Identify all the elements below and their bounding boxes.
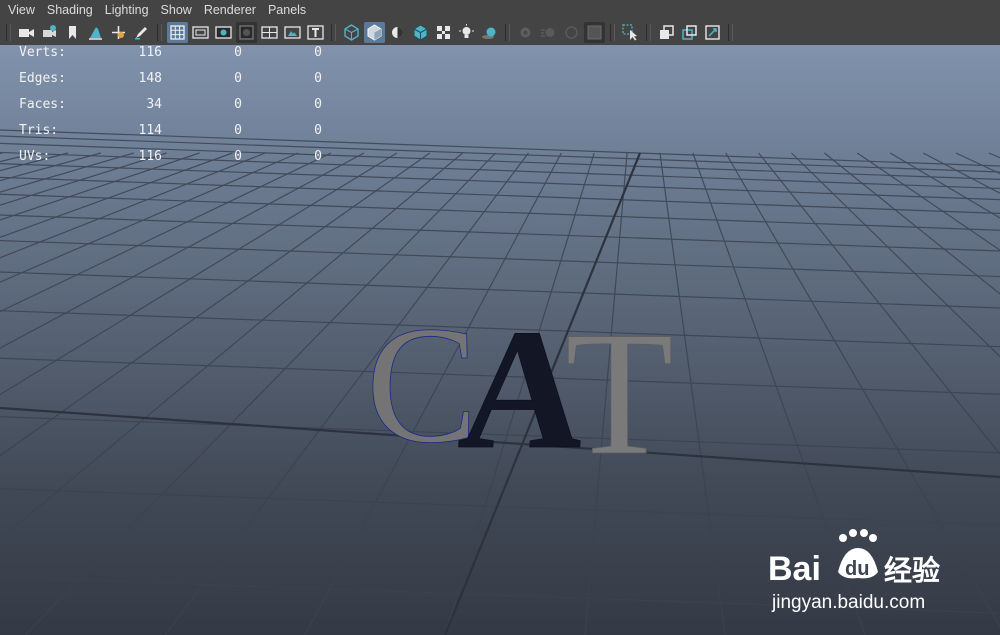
baidu-jingyan-watermark: Bai du 经验 jingyan.baidu.com (768, 529, 940, 613)
menu-shading[interactable]: Shading (43, 3, 97, 17)
xray-active-components-icon[interactable] (679, 22, 700, 43)
hud-value-component: 0 (314, 97, 322, 112)
grid-icon[interactable] (167, 22, 188, 43)
depth-of-field-icon[interactable] (584, 22, 605, 43)
resolution-gate-icon[interactable] (213, 22, 234, 43)
camera-attributes-icon[interactable] (39, 22, 60, 43)
wireframe-icon[interactable] (341, 22, 362, 43)
menu-view[interactable]: View (4, 3, 39, 17)
hud-row-verts: Verts: 116 0 0 (0, 45, 340, 65)
hud-value-object: 116 (138, 45, 162, 60)
hud-value-object: 116 (138, 149, 162, 164)
toolbar-divider (646, 24, 651, 41)
hud-value-object: 114 (138, 123, 162, 138)
hud-value-object: 148 (138, 71, 162, 86)
camera-icon[interactable] (16, 22, 37, 43)
hud-label: Faces: (19, 97, 66, 112)
hud-value-component: 0 (314, 71, 322, 86)
2d-pan-zoom-icon[interactable] (108, 22, 129, 43)
menu-renderer[interactable]: Renderer (200, 3, 260, 17)
shadows-icon[interactable] (479, 22, 500, 43)
toolbar-divider (505, 24, 510, 41)
safe-title-icon[interactable] (305, 22, 326, 43)
hud-value-selected: 0 (234, 97, 242, 112)
hud-label: Edges: (19, 71, 66, 86)
image-plane-icon[interactable] (85, 22, 106, 43)
anti-aliasing-icon[interactable] (561, 22, 582, 43)
bookmark-icon[interactable] (62, 22, 83, 43)
menu-panels[interactable]: Panels (264, 3, 310, 17)
watermark-brand: Bai (768, 550, 821, 588)
film-gate-icon[interactable] (190, 22, 211, 43)
hud-value-object: 34 (146, 97, 162, 112)
hud-value-component: 0 (314, 149, 322, 164)
toggle-hud-icon[interactable] (702, 22, 723, 43)
field-chart-icon[interactable] (259, 22, 280, 43)
hud-value-selected: 0 (234, 45, 242, 60)
hud-label: Tris: (19, 123, 59, 138)
smooth-shade-icon[interactable] (364, 22, 385, 43)
hud-row-tris: Tris: 114 0 0 (0, 123, 340, 143)
panel-toolbar (0, 20, 1000, 45)
gate-mask-icon[interactable] (236, 22, 257, 43)
menu-lighting[interactable]: Lighting (101, 3, 153, 17)
hud-value-selected: 0 (234, 123, 242, 138)
toolbar-divider (157, 24, 162, 41)
watermark-jingyan: 经验 (884, 554, 940, 587)
xray-icon[interactable] (433, 22, 454, 43)
isolate-select-icon[interactable] (620, 22, 641, 43)
screen-space-ao-icon[interactable] (515, 22, 536, 43)
hud-row-edges: Edges: 148 0 0 (0, 71, 340, 91)
letter-t[interactable]: T (565, 294, 675, 493)
hud-value-component: 0 (314, 123, 322, 138)
hud-label: Verts: (19, 45, 66, 60)
safe-action-icon[interactable] (282, 22, 303, 43)
use-lights-icon[interactable] (456, 22, 477, 43)
motion-blur-icon[interactable] (538, 22, 559, 43)
hud-value-selected: 0 (234, 71, 242, 86)
wireframe-on-shaded-icon[interactable] (410, 22, 431, 43)
watermark-url: jingyan.baidu.com (771, 592, 925, 613)
hud-value-component: 0 (314, 45, 322, 60)
hud-label: UVs: (19, 149, 51, 164)
xray-joints-icon[interactable] (656, 22, 677, 43)
menu-show[interactable]: Show (157, 3, 196, 17)
panel-menu-bar: View Shading Lighting Show Renderer Pane… (0, 0, 1000, 20)
use-default-material-icon[interactable] (387, 22, 408, 43)
watermark-brand-du: du (845, 558, 869, 580)
toolbar-divider (331, 24, 336, 41)
hud-row-uvs: UVs: 116 0 0 (0, 149, 340, 169)
hud-row-faces: Faces: 34 0 0 (0, 97, 340, 117)
hud-value-selected: 0 (234, 149, 242, 164)
grease-pencil-icon[interactable] (131, 22, 152, 43)
toolbar-divider (610, 24, 615, 41)
toolbar-divider (728, 24, 733, 41)
toolbar-divider (6, 24, 11, 41)
maya-viewport-panel: View Shading Lighting Show Renderer Pane… (0, 0, 1000, 635)
